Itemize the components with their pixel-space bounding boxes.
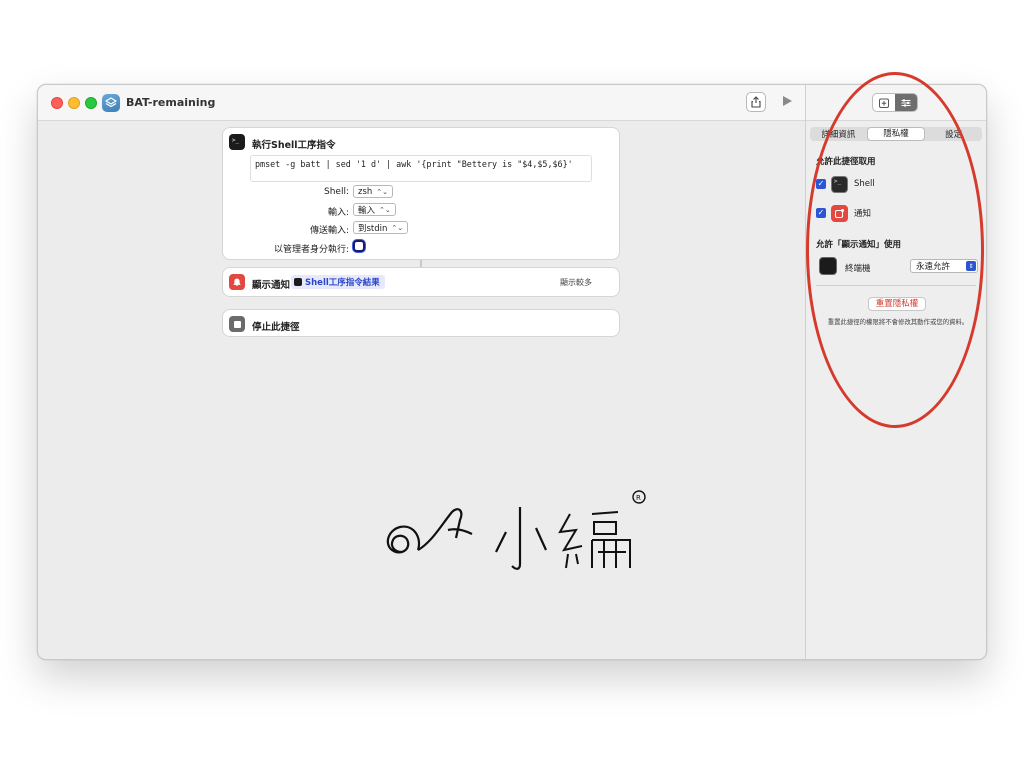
- title-bar: BAT-remaining: [38, 85, 805, 121]
- run-as-admin-toggle[interactable]: [353, 240, 365, 252]
- zoom-button[interactable]: [85, 97, 97, 109]
- shortcut-app-icon: [102, 94, 120, 112]
- action-title: 顯示通知: [252, 280, 291, 291]
- bell-icon: [229, 274, 245, 290]
- chevron-updown-icon: ⌃⌄: [391, 223, 404, 232]
- window-title: BAT-remaining: [126, 96, 216, 109]
- shell-label: Shell:: [324, 187, 349, 197]
- show-notification-action[interactable]: 顯示通知 Shell工序指令結果 顯示較多: [222, 267, 620, 297]
- shell-popup[interactable]: zsh ⌃⌄: [353, 185, 394, 198]
- svg-text:R: R: [636, 494, 641, 502]
- admin-label: 以管理者身分執行:: [273, 245, 349, 255]
- close-button[interactable]: [51, 97, 63, 109]
- watermark-logo: R: [386, 490, 646, 570]
- terminal-icon: [294, 278, 302, 286]
- run-shell-action[interactable]: >_ 執行Shell工序指令 pmset -g batt | sed '1 d'…: [222, 127, 620, 260]
- shell-result-variable[interactable]: Shell工序指令結果: [291, 275, 385, 289]
- input-popup[interactable]: 輸入 ⌃⌄: [353, 203, 396, 216]
- input-label: 輸入:: [327, 208, 349, 218]
- action-title: 停止此捷徑: [252, 322, 300, 333]
- chevron-updown-icon: ⌃⌄: [376, 187, 389, 196]
- pass-input-popup[interactable]: 到stdin ⌃⌄: [353, 221, 409, 234]
- action-title: 執行Shell工序指令: [252, 140, 336, 151]
- script-editor[interactable]: pmset -g batt | sed '1 d' | awk '{print …: [250, 155, 592, 182]
- terminal-icon: >_: [229, 134, 245, 150]
- share-button[interactable]: [746, 92, 766, 112]
- input-value: 輸入: [358, 205, 376, 216]
- variable-label: Shell工序指令結果: [305, 278, 380, 288]
- share-icon: [751, 96, 761, 108]
- annotation-circle: [806, 72, 984, 428]
- shortcut-editor: >_ 執行Shell工序指令 pmset -g batt | sed '1 d'…: [38, 122, 805, 659]
- shell-value: zsh: [358, 186, 373, 197]
- pass-input-label: 傳送輸入:: [309, 226, 349, 236]
- chevron-updown-icon: ⌃⌄: [379, 205, 391, 214]
- minimize-button[interactable]: [68, 97, 80, 109]
- run-button[interactable]: [783, 96, 792, 106]
- stop-icon: [229, 316, 245, 332]
- show-more-link[interactable]: 顯示較多: [560, 277, 592, 288]
- stop-shortcut-action[interactable]: 停止此捷徑: [222, 309, 620, 337]
- pass-input-value: 到stdin: [358, 223, 388, 234]
